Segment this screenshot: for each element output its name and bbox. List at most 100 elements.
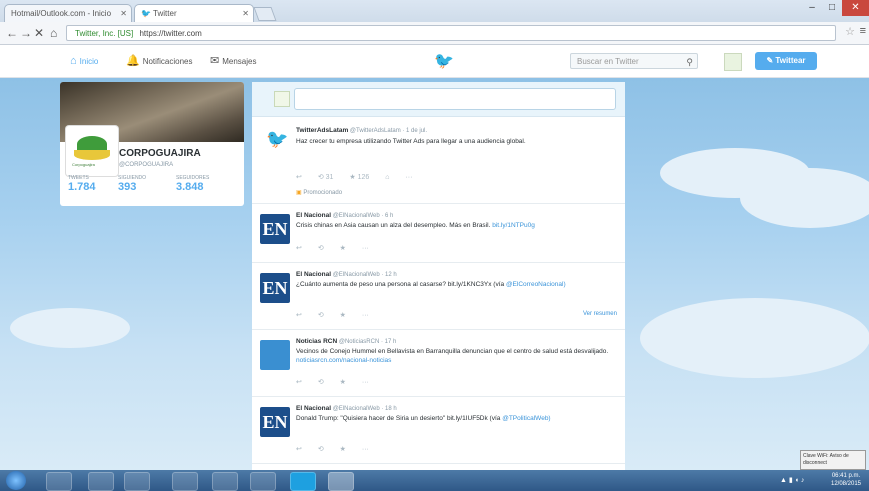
more-options-icon[interactable]: ··· bbox=[362, 245, 369, 252]
address-bar[interactable]: Twitter, Inc. [US] https://twitter.com bbox=[66, 25, 836, 41]
tweet-author[interactable]: El Nacional bbox=[296, 405, 331, 412]
browser-tab-twitter[interactable]: 🐦 Twitter ✕ bbox=[134, 4, 254, 22]
tab-label: Twitter bbox=[153, 9, 177, 18]
start-button[interactable] bbox=[6, 471, 26, 490]
nav-home[interactable]: ⌂ Inicio bbox=[70, 54, 98, 69]
tweet-header: Noticias RCN @NoticiasRCN · 17 h bbox=[296, 338, 396, 345]
close-window-button[interactable]: ✕ bbox=[842, 0, 869, 16]
search-icon[interactable]: ⚲ bbox=[686, 54, 693, 70]
tweet-text: ¿Cuánto aumenta de peso una persona al c… bbox=[296, 281, 566, 288]
tweet-item[interactable]: EN El Nacional @ElNacionalWeb · 12 h ¿Cu… bbox=[252, 263, 625, 330]
nav-avatar[interactable] bbox=[724, 53, 742, 71]
taskbar-explorer-icon[interactable] bbox=[250, 472, 276, 491]
tweet-item[interactable]: EN El Nacional @ElNacionalWeb · 6 h Cris… bbox=[252, 204, 625, 263]
taskbar-media-player-icon[interactable] bbox=[46, 472, 72, 491]
share-icon[interactable]: ⌂ bbox=[385, 174, 389, 181]
tray-icons[interactable]: ▲ ▮ ◖ ♪ bbox=[780, 476, 804, 484]
more-options-icon[interactable]: ··· bbox=[362, 446, 369, 453]
el-nacional-avatar[interactable]: EN bbox=[260, 214, 290, 244]
stop-icon[interactable]: ✕ bbox=[34, 25, 44, 41]
tweet-item[interactable]: EN El Nacional @ElNacionalWeb · 18 h Don… bbox=[252, 397, 625, 464]
reply-icon[interactable]: ↩ bbox=[296, 312, 302, 319]
favorite-count[interactable]: ★ 126 bbox=[349, 174, 369, 181]
retweet-icon[interactable]: ⟲ bbox=[318, 245, 324, 252]
tweet-author[interactable]: Noticias RCN bbox=[296, 338, 337, 345]
system-clock[interactable]: 06:41 p.m. 12/08/2015 bbox=[826, 472, 866, 488]
home-icon: ⌂ bbox=[70, 55, 77, 67]
cloud-decoration bbox=[640, 298, 869, 378]
retweet-icon[interactable]: ⟲ bbox=[318, 379, 324, 386]
twitter-logo-icon[interactable]: 🐦 bbox=[434, 51, 454, 71]
more-options-icon[interactable]: ··· bbox=[405, 174, 412, 181]
taskbar-folder-icon[interactable] bbox=[172, 472, 198, 491]
close-tab-icon[interactable]: ✕ bbox=[120, 5, 127, 22]
retweet-count[interactable]: ⟲ 31 bbox=[318, 174, 334, 181]
tweet-actions: ↩ ⟲ ★ ··· bbox=[296, 311, 383, 319]
taskbar-ie-icon[interactable] bbox=[212, 472, 238, 491]
taskbar-app-icon[interactable] bbox=[88, 472, 114, 491]
nav-notifications[interactable]: 🔔 Notificaciones bbox=[126, 54, 193, 69]
close-tab-icon[interactable]: ✕ bbox=[242, 5, 249, 22]
compose-box bbox=[252, 82, 625, 117]
reply-icon[interactable]: ↩ bbox=[296, 174, 302, 181]
tweet-link[interactable]: bit.ly/1NTPu0g bbox=[492, 222, 535, 229]
tweet-handle: @NoticiasRCN · 17 h bbox=[338, 339, 397, 345]
home-icon[interactable]: ⌂ bbox=[50, 25, 57, 41]
stat-followers[interactable]: SEGUIDORES 3.848 bbox=[176, 175, 209, 193]
taskbar-app-icon[interactable] bbox=[124, 472, 150, 491]
tweet-link[interactable]: noticiasrcn.com/nacional-noticias bbox=[296, 357, 391, 364]
reply-icon[interactable]: ↩ bbox=[296, 379, 302, 386]
tweet-text: Donald Trump: "Quisiera hacer de Siria u… bbox=[296, 415, 551, 422]
favorite-icon[interactable]: ★ bbox=[340, 446, 346, 453]
stat-following[interactable]: SIGUIENDO 393 bbox=[118, 175, 146, 193]
tweet-button[interactable]: ✎ Twittear bbox=[755, 52, 817, 70]
taskbar-chrome-icon[interactable] bbox=[328, 472, 354, 491]
tweet-item[interactable]: Noticias RCN @NoticiasRCN · 17 h Vecinos… bbox=[252, 330, 625, 397]
el-nacional-avatar[interactable]: EN bbox=[260, 273, 290, 303]
tweet-header: El Nacional @ElNacionalWeb · 6 h bbox=[296, 212, 393, 219]
nav-messages-label: Mensajes bbox=[222, 57, 257, 66]
nav-home-label: Inicio bbox=[79, 57, 99, 66]
tweet-item[interactable]: 🐦 TwitterAdsLatam @TwitterAdsLatam · 1 d… bbox=[252, 117, 625, 204]
profile-avatar[interactable]: Corpoguajira bbox=[66, 126, 118, 176]
more-options-icon[interactable]: ··· bbox=[362, 379, 369, 386]
noticias-rcn-avatar[interactable] bbox=[260, 340, 290, 370]
retweet-icon[interactable]: ⟲ bbox=[318, 446, 324, 453]
tweet-actions: ↩ ⟲ ★ ··· bbox=[296, 244, 383, 252]
compose-input[interactable] bbox=[294, 88, 616, 110]
view-summary-link[interactable]: Ver resumen bbox=[583, 311, 617, 317]
system-notification[interactable]: Clave WiFi: Aviso de disconnect bbox=[800, 450, 866, 470]
retweet-icon[interactable]: ⟲ bbox=[318, 312, 324, 319]
back-arrow-icon[interactable]: ← bbox=[6, 25, 18, 41]
bookmark-star-icon[interactable]: ☆ bbox=[845, 25, 855, 38]
minimize-button[interactable]: – bbox=[802, 0, 822, 16]
tweet-link[interactable]: @TPoliticalWeb) bbox=[502, 415, 550, 422]
browser-toolbar: ← → ✕ ⌂ Twitter, Inc. [US] https://twitt… bbox=[0, 22, 869, 45]
more-options-icon[interactable]: ··· bbox=[362, 312, 369, 319]
el-nacional-avatar[interactable]: EN bbox=[260, 407, 290, 437]
secure-badge: Twitter, Inc. [US] bbox=[75, 29, 134, 38]
tweet-author[interactable]: El Nacional bbox=[296, 271, 331, 278]
favorite-icon[interactable]: ★ bbox=[340, 312, 346, 319]
profile-handle[interactable]: @CORPOGUAJIRA bbox=[119, 162, 173, 168]
stat-value: 1.784 bbox=[68, 181, 96, 193]
stat-tweets[interactable]: TWEETS 1.784 bbox=[68, 175, 96, 193]
new-tab-button[interactable] bbox=[253, 7, 277, 21]
reply-icon[interactable]: ↩ bbox=[296, 245, 302, 252]
profile-name[interactable]: CORPOGUAJIRA bbox=[119, 148, 201, 159]
search-input[interactable]: Buscar en Twitter ⚲ bbox=[570, 53, 698, 69]
maximize-button[interactable]: □ bbox=[822, 0, 842, 16]
favorite-icon[interactable]: ★ bbox=[340, 245, 346, 252]
tweet-author[interactable]: El Nacional bbox=[296, 212, 331, 219]
forward-arrow-icon[interactable]: → bbox=[20, 25, 32, 41]
nav-messages[interactable]: ✉ Mensajes bbox=[210, 54, 256, 69]
browser-tab-hotmail[interactable]: Hotmail/Outlook.com - Inicio ✕ bbox=[4, 4, 132, 22]
tweet-actions: ↩ ⟲ 31 ★ 126 ⌂ ··· bbox=[296, 173, 426, 181]
reply-icon[interactable]: ↩ bbox=[296, 446, 302, 453]
tweet-author[interactable]: TwitterAdsLatam bbox=[296, 127, 348, 134]
menu-icon[interactable]: ≡ bbox=[860, 25, 866, 37]
tweet-link[interactable]: @ElCorreoNacional) bbox=[506, 281, 566, 288]
favorite-icon[interactable]: ★ bbox=[340, 379, 346, 386]
taskbar-skype-icon[interactable] bbox=[290, 472, 316, 491]
compose-icon: ✎ bbox=[766, 56, 774, 65]
